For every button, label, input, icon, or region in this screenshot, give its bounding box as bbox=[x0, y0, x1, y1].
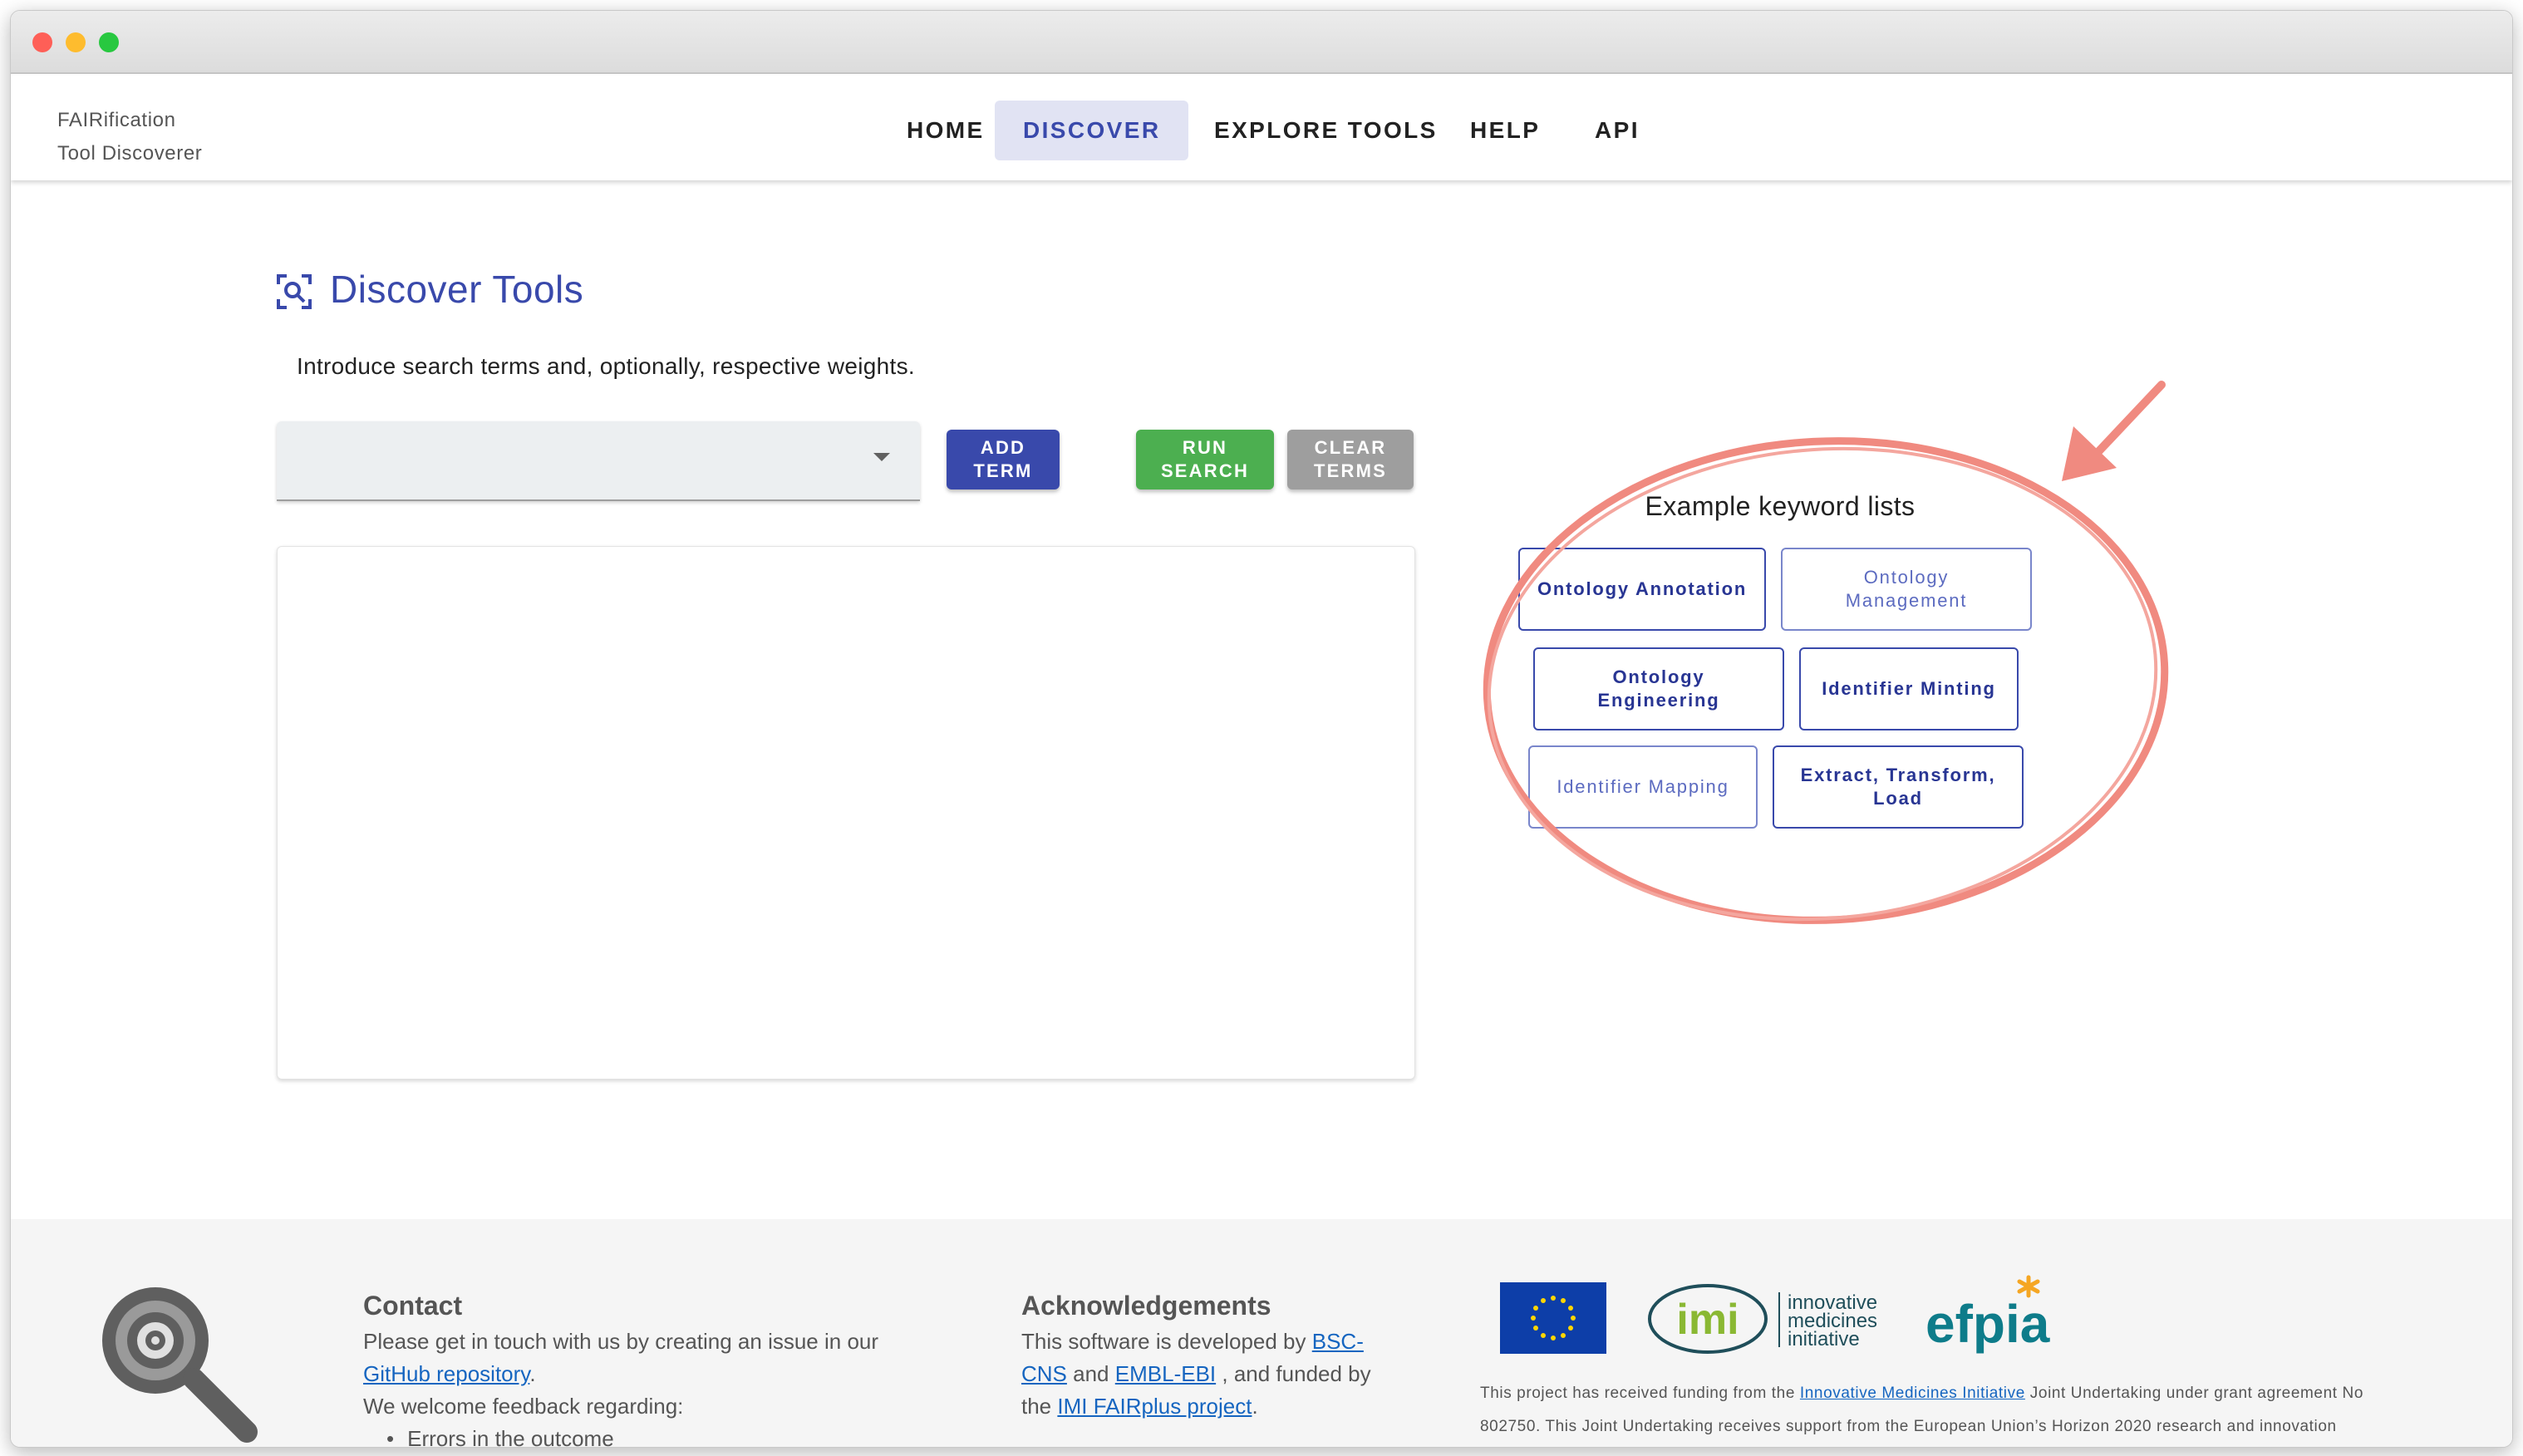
chevron-down-icon[interactable] bbox=[873, 453, 890, 461]
contact-line: Please get in touch with us by creating … bbox=[363, 1329, 879, 1354]
ack-text: This software is developed by bbox=[1021, 1329, 1306, 1354]
acknowledgements-heading: Acknowledgements bbox=[1021, 1291, 1271, 1321]
keyword-identifier-minting[interactable]: Identifier Minting bbox=[1799, 647, 2019, 730]
footer: Contact Please get in touch with us by c… bbox=[11, 1219, 2512, 1447]
feedback-list: Errors in the outcome bbox=[363, 1423, 928, 1447]
funding-line: This project has received funding from t… bbox=[1480, 1377, 2444, 1410]
ack-text: , and funded by bbox=[1222, 1361, 1371, 1386]
clear-terms-label-1: CLEAR bbox=[1314, 437, 1387, 458]
contact-heading: Contact bbox=[363, 1291, 463, 1321]
contact-text: Please get in touch with us by creating … bbox=[363, 1326, 928, 1447]
efpia-wordmark: efpia bbox=[1925, 1294, 2050, 1354]
keyword-label: Management bbox=[1845, 590, 1968, 611]
nav-explore-tools[interactable]: EXPLORE TOOLS bbox=[1186, 101, 1466, 160]
bsc-link[interactable]: BSC- bbox=[1312, 1329, 1364, 1354]
add-term-label-1: ADD bbox=[980, 437, 1026, 458]
ack-text: the bbox=[1021, 1394, 1052, 1419]
minimize-window-button[interactable] bbox=[66, 32, 86, 52]
maximize-window-button[interactable] bbox=[99, 32, 119, 52]
brand[interactable]: FAIRification Tool Discoverer bbox=[57, 104, 202, 170]
run-search-label-1: RUN bbox=[1182, 437, 1228, 458]
ack-text: . bbox=[1252, 1394, 1258, 1419]
contact-line: GitHub repository. bbox=[363, 1358, 928, 1390]
keyword-identifier-mapping[interactable]: Identifier Mapping bbox=[1528, 745, 1758, 829]
keyword-ontology-engineering[interactable]: Ontology Engineering bbox=[1533, 647, 1784, 730]
contact-line: We welcome feedback regarding: bbox=[363, 1394, 684, 1419]
funding-line: 802750. This Joint Undertaking receives … bbox=[1480, 1418, 2337, 1435]
ack-line: the IMI FAIRplus project. bbox=[1021, 1390, 1387, 1423]
example-keyword-lists-title: Example keyword lists bbox=[1645, 491, 1916, 521]
keyword-label: Load bbox=[1873, 788, 1923, 809]
main-content: Discover Tools Introduce search terms an… bbox=[11, 180, 2512, 1219]
page-subtitle: Introduce search terms and, optionally, … bbox=[297, 353, 915, 379]
keyword-label: Ontology Annotation bbox=[1537, 578, 1748, 599]
image-search-icon bbox=[277, 274, 312, 309]
imi-fairplus-link[interactable]: IMI FAIRplus project bbox=[1057, 1394, 1252, 1419]
nav-discover[interactable]: DISCOVER bbox=[995, 101, 1189, 160]
bsc-link[interactable]: CNS bbox=[1021, 1361, 1067, 1386]
run-search-label-2: SEARCH bbox=[1160, 460, 1250, 481]
keyword-ontology-annotation[interactable]: Ontology Annotation bbox=[1518, 548, 1766, 631]
nav-api[interactable]: API bbox=[1566, 101, 1668, 160]
keyword-label: Engineering bbox=[1597, 690, 1720, 711]
imi-text-line: initiative bbox=[1788, 1328, 1860, 1350]
keyword-ontology-management[interactable]: Ontology Management bbox=[1781, 548, 2032, 631]
brand-line-2: Tool Discoverer bbox=[57, 142, 203, 165]
keyword-label: Ontology bbox=[1612, 667, 1705, 687]
add-term-label-2: TERM bbox=[973, 460, 1033, 481]
ack-line: This software is developed by BSC- bbox=[1021, 1326, 1387, 1358]
clear-terms-button[interactable]: CLEAR TERMS bbox=[1287, 430, 1414, 489]
brand-line-1: FAIRification bbox=[57, 109, 176, 131]
funding-text: Joint Undertaking under grant agreement … bbox=[2029, 1385, 2363, 1402]
ack-line: CNS and EMBL-EBI , and funded by bbox=[1021, 1358, 1387, 1390]
keyword-label: Ontology bbox=[1863, 567, 1950, 588]
github-repository-link[interactable]: GitHub repository bbox=[363, 1361, 529, 1386]
contact-dot: . bbox=[529, 1361, 536, 1386]
magnifier-logo-icon bbox=[102, 1287, 258, 1443]
browser-window: FAIRification Tool Discoverer HOME DISCO… bbox=[10, 10, 2513, 1448]
embl-ebi-link[interactable]: EMBL-EBI bbox=[1115, 1361, 1216, 1386]
window-titlebar bbox=[11, 11, 2512, 74]
funding-statement: This project has received funding from t… bbox=[1480, 1377, 2444, 1444]
imi-logo: imi innovative medicines initiative bbox=[1648, 1284, 1877, 1354]
ack-text: and bbox=[1073, 1361, 1109, 1386]
eu-flag-icon bbox=[1500, 1282, 1606, 1354]
app-bar: FAIRification Tool Discoverer HOME DISCO… bbox=[11, 76, 2512, 180]
page-title: Discover Tools bbox=[330, 268, 584, 311]
funding-text: This project has received funding from t… bbox=[1480, 1385, 1795, 1402]
efpia-logo: efpia bbox=[1925, 1275, 2050, 1354]
add-term-button[interactable]: ADD TERM bbox=[947, 430, 1060, 489]
imi-link[interactable]: Innovative Medicines Initiative bbox=[1800, 1385, 2025, 1402]
nav-help[interactable]: HELP bbox=[1442, 101, 1568, 160]
close-window-button[interactable] bbox=[32, 32, 52, 52]
search-term-select[interactable] bbox=[277, 421, 920, 501]
acknowledgements-text: This software is developed by BSC- CNS a… bbox=[1021, 1326, 1387, 1423]
nav-home[interactable]: HOME bbox=[878, 101, 1013, 160]
keyword-label: Extract, Transform, bbox=[1800, 765, 1996, 785]
clear-terms-label-2: TERMS bbox=[1314, 460, 1387, 481]
feedback-item: Errors in the outcome bbox=[363, 1423, 928, 1447]
search-terms-panel bbox=[277, 546, 1415, 1080]
imi-mark: imi bbox=[1676, 1296, 1739, 1344]
keyword-label: Identifier Mapping bbox=[1557, 776, 1729, 797]
keyword-extract-transform-load[interactable]: Extract, Transform, Load bbox=[1773, 745, 2024, 829]
run-search-button[interactable]: RUN SEARCH bbox=[1136, 430, 1274, 489]
keyword-label: Identifier Minting bbox=[1822, 678, 1996, 699]
